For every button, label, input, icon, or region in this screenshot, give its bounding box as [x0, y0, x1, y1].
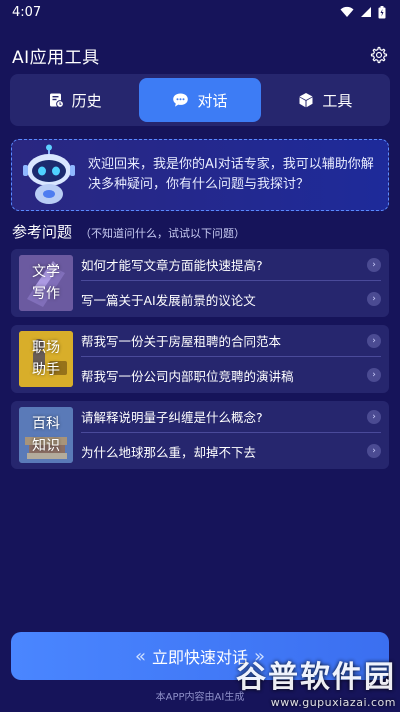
question-text: 帮我写一份关于房屋租聘的合同范本	[81, 334, 282, 349]
tab-chat[interactable]: 对话	[139, 78, 261, 122]
question-text: 为什么地球那么重，却掉不下去	[81, 444, 257, 460]
reference-header: 参考问题 （不知道问什么，试试以下问题）	[12, 221, 245, 243]
robot-icon	[23, 144, 75, 204]
question-text: 如何才能写文章方面能快速提高?	[81, 258, 263, 273]
app-title: AI应用工具	[12, 47, 100, 68]
signal-icon	[361, 7, 371, 17]
tab-tools[interactable]: 工具	[265, 78, 386, 122]
app-header: AI应用工具	[0, 40, 400, 70]
chat-bubble-icon	[173, 93, 189, 107]
welcome-card: 欢迎回来，我是你的AI对话专家，我可以辅助你解决多种疑问，你有什么问题与我探讨？	[11, 139, 389, 211]
badge-workplace-line1: 职场	[32, 340, 60, 356]
question-text: 帮我写一份公司内部职位竞聘的演讲稿	[81, 368, 294, 384]
chevron-right-icon: ›	[367, 257, 381, 272]
status-icons	[340, 5, 386, 19]
chevron-right-icon: ›	[367, 368, 381, 382]
tab-history[interactable]: 历史	[14, 78, 135, 122]
status-bar: 4:07	[0, 0, 400, 24]
reference-title: 参考问题	[12, 223, 73, 241]
category-badge-encyclopedia: 百科 知识	[19, 407, 73, 463]
watermark: 谷普软件园 www.gupuxiazai.com	[226, 652, 396, 709]
badge-writing-line1: 文学	[32, 264, 60, 280]
badge-encyclopedia-line2: 知识	[32, 438, 60, 454]
badge-encyclopedia-line1: 百科	[32, 416, 60, 432]
question-text: 请解释说明量子纠缠是什么概念?	[81, 410, 263, 425]
question-item[interactable]: 帮我写一份关于房屋租聘的合同范本 ›	[81, 325, 381, 357]
question-card-encyclopedia: 百科 知识 请解释说明量子纠缠是什么概念? › 为什么地球那么重，却掉不下去 ›	[11, 401, 389, 469]
tab-chat-label: 对话	[197, 91, 228, 110]
badge-workplace-line2: 助手	[32, 362, 60, 378]
question-item[interactable]: 请解释说明量子纠缠是什么概念? ›	[81, 401, 381, 433]
welcome-text: 欢迎回来，我是你的AI对话专家，我可以辅助你解决多种疑问，你有什么问题与我探讨？	[88, 157, 374, 192]
chevron-right-icon: ›	[367, 333, 381, 348]
category-badge-workplace: 职场 助手	[19, 331, 73, 387]
history-icon	[49, 93, 64, 108]
question-text: 写一篇关于AI发展前景的议论文	[81, 292, 256, 308]
chevron-right-icon: ›	[367, 444, 381, 458]
wifi-icon	[340, 6, 354, 17]
tab-history-label: 历史	[71, 91, 102, 110]
gear-icon[interactable]	[370, 46, 388, 64]
chevron-right-icon: ›	[367, 292, 381, 306]
question-item[interactable]: 如何才能写文章方面能快速提高? ›	[81, 249, 381, 281]
battery-icon	[378, 5, 386, 18]
question-card-writing: 文学 写作 如何才能写文章方面能快速提高? › 写一篇关于AI发展前景的议论文 …	[11, 249, 389, 317]
watermark-url: www.gupuxiazai.com	[270, 695, 396, 709]
cube-icon	[299, 93, 313, 108]
badge-writing-line2: 写作	[32, 286, 60, 302]
chevron-right-icon: ›	[367, 409, 381, 424]
reference-subtitle: （不知道问什么，试试以下问题）	[80, 227, 246, 240]
status-time: 4:07	[12, 4, 42, 20]
question-item[interactable]: 写一篇关于AI发展前景的议论文 ›	[81, 283, 381, 315]
watermark-main: 谷普软件园	[236, 659, 396, 695]
question-item[interactable]: 帮我写一份公司内部职位竞聘的演讲稿 ›	[81, 359, 381, 391]
tab-tools-label: 工具	[322, 91, 353, 110]
question-item[interactable]: 为什么地球那么重，却掉不下去 ›	[81, 435, 381, 467]
question-card-workplace: 职场 助手 帮我写一份关于房屋租聘的合同范本 › 帮我写一份公司内部职位竞聘的演…	[11, 325, 389, 393]
main-tabs: 历史 对话 工具	[10, 74, 390, 126]
category-badge-writing: 文学 写作	[19, 255, 73, 311]
double-chevron-left-icon: «	[134, 645, 146, 667]
